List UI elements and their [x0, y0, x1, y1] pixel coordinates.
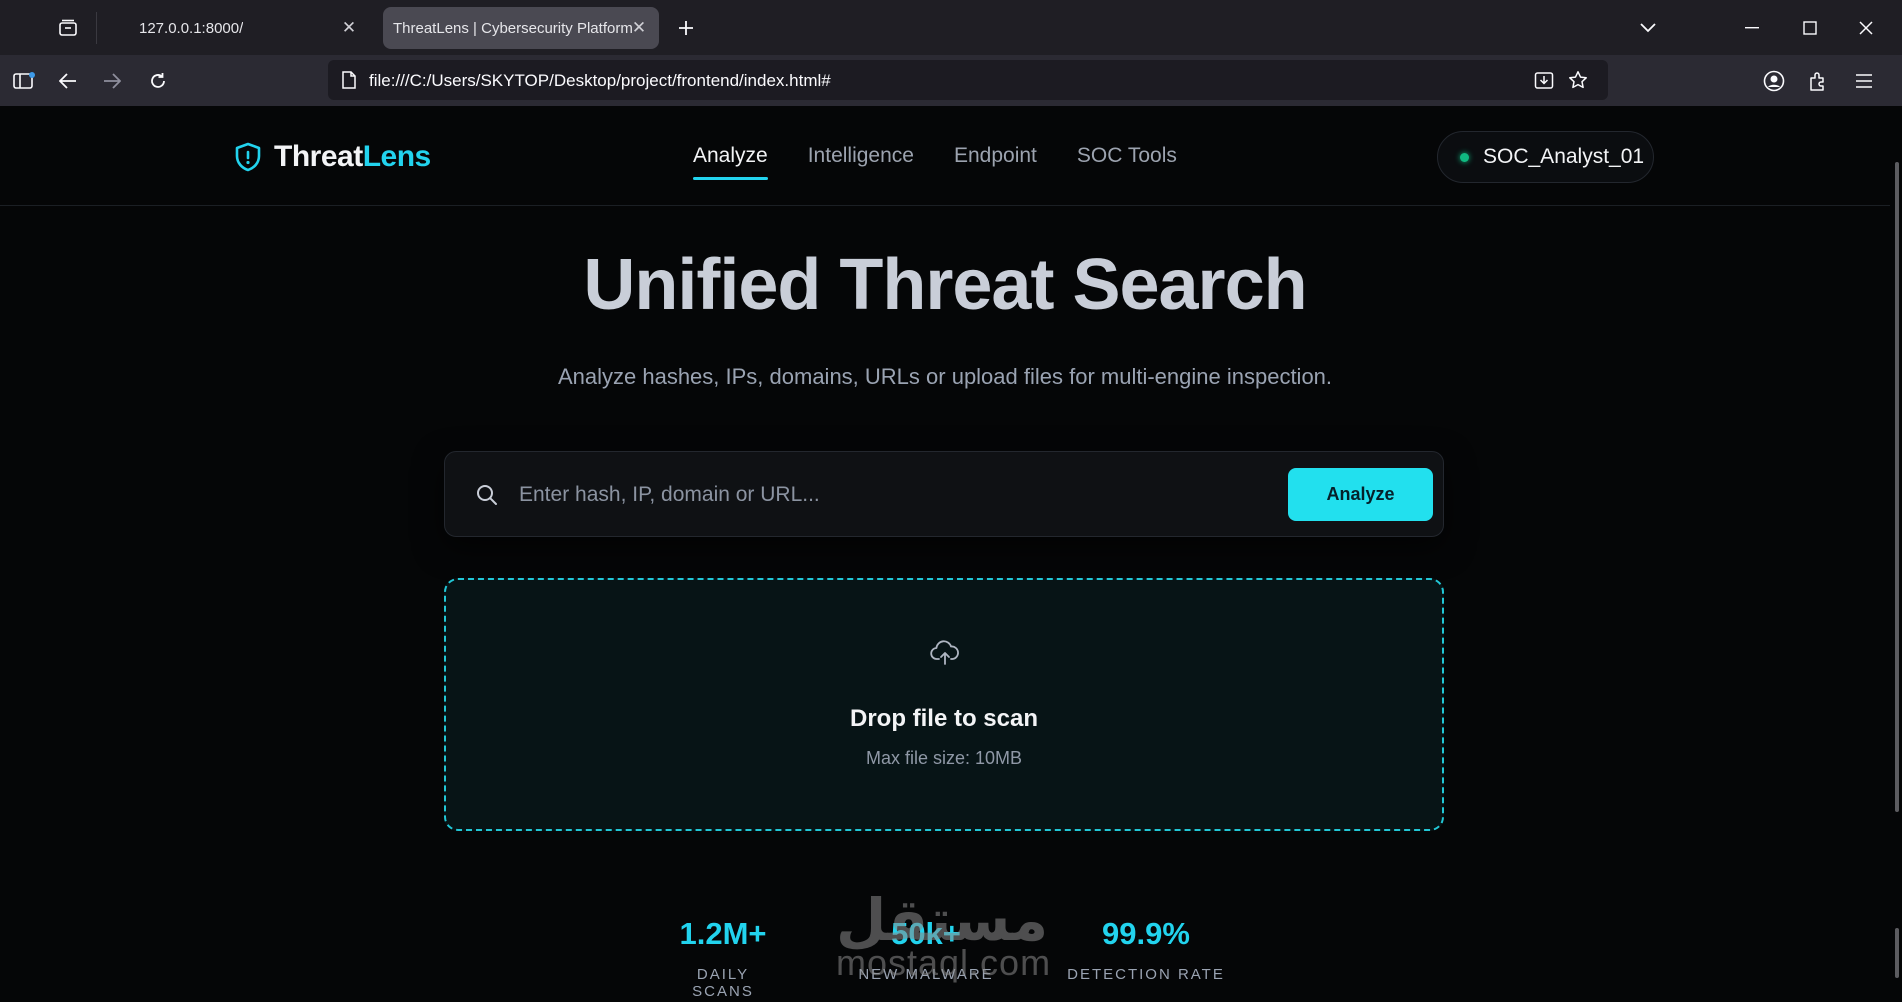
app-menu-button[interactable] [1846, 63, 1882, 99]
nav-endpoint[interactable]: Endpoint [954, 144, 1037, 180]
nav-intelligence[interactable]: Intelligence [808, 144, 914, 180]
page-scrollbar[interactable] [1890, 106, 1902, 1002]
nav-analyze[interactable]: Analyze [693, 144, 768, 180]
sidebar-icon [13, 72, 35, 89]
plus-icon [679, 21, 693, 35]
brand-name-accent: Lens [362, 140, 432, 173]
maximize-button[interactable] [1792, 10, 1828, 46]
dropzone-title: Drop file to scan [849, 705, 1039, 732]
url-bar[interactable]: file:///C:/Users/SKYTOP/Desktop/project/… [328, 60, 1608, 100]
window-close-icon [1859, 21, 1873, 35]
stat-detection-rate: 99.9% DETECTION RATE [1066, 916, 1226, 983]
stat-value: 99.9% [1102, 916, 1190, 951]
scrollbar-end[interactable] [1895, 928, 1899, 978]
chevron-down-icon [1640, 23, 1656, 33]
brand-name-primary: Threat [274, 140, 363, 173]
window-close-button[interactable] [1848, 10, 1884, 46]
file-dropzone[interactable]: Drop file to scan Max file size: 10MB [444, 578, 1444, 831]
menu-icon [1856, 74, 1872, 88]
back-button[interactable] [50, 63, 86, 99]
new-tab-button[interactable] [670, 12, 702, 44]
browser-tab-threatlens[interactable]: ThreatLens | Cybersecurity Platform ✕ [383, 7, 659, 49]
tab-list-button[interactable] [46, 12, 90, 44]
stat-value: 50k+ [891, 916, 961, 951]
tab-title: 127.0.0.1:8000/ [139, 19, 244, 37]
stat-label: DAILY SCANS [692, 966, 754, 1000]
browser-tab-localhost[interactable]: 127.0.0.1:8000/ ✕ [127, 7, 369, 49]
page-icon [338, 69, 360, 91]
analyze-button[interactable]: Analyze [1288, 468, 1433, 521]
user-name: SOC_Analyst_01 [1483, 145, 1645, 168]
nav-soc-tools[interactable]: SOC Tools [1077, 144, 1177, 180]
user-profile-chip[interactable]: SOC_Analyst_01 [1437, 131, 1654, 183]
reload-icon [151, 73, 165, 88]
search-bar: Analyze [444, 451, 1444, 537]
stat-label: NEW MALWARE [858, 966, 994, 983]
extensions-button[interactable] [1800, 63, 1836, 99]
dropzone-subtitle: Max file size: 10MB [865, 748, 1023, 768]
search-icon [477, 485, 497, 505]
minimize-button[interactable] [1734, 10, 1770, 46]
online-status-dot [1460, 152, 1469, 162]
brand-name: ThreatLens [274, 140, 431, 174]
cloud-upload-icon [930, 640, 959, 665]
scrollbar-thumb[interactable] [1895, 162, 1899, 812]
browser-toolbar: file:///C:/Users/SKYTOP/Desktop/project/… [0, 55, 1902, 106]
extensions-icon [1810, 72, 1824, 91]
page-title: Unified Threat Search [583, 245, 1307, 325]
main-nav: Analyze Intelligence Endpoint SOC Tools [693, 144, 1177, 180]
stat-value: 1.2M+ [679, 916, 767, 951]
brand-logo[interactable]: ThreatLens [234, 140, 431, 174]
shield-icon [235, 142, 261, 172]
search-input[interactable] [519, 470, 1239, 520]
save-to-pocket-icon[interactable] [1530, 66, 1558, 94]
tab-overflow-button[interactable] [1630, 10, 1666, 46]
forward-arrow-icon [104, 73, 121, 89]
browser-tab-strip: 127.0.0.1:8000/ ✕ ThreatLens | Cybersecu… [0, 0, 1902, 55]
sidebar-button[interactable] [6, 63, 42, 99]
maximize-icon [1803, 21, 1817, 35]
back-arrow-icon [59, 73, 76, 89]
url-text[interactable]: file:///C:/Users/SKYTOP/Desktop/project/… [369, 71, 831, 91]
close-icon[interactable]: ✕ [339, 18, 359, 38]
reload-button[interactable] [140, 63, 176, 99]
stat-new-malware: 50k+ NEW MALWARE [855, 916, 997, 983]
site-header: ThreatLens Analyze Intelligence Endpoint… [0, 106, 1890, 206]
page-viewport: ThreatLens Analyze Intelligence Endpoint… [0, 106, 1902, 1002]
star-icon[interactable] [1564, 66, 1592, 94]
stat-label: DETECTION RATE [1067, 966, 1225, 983]
account-button[interactable] [1756, 63, 1792, 99]
tab-list-icon [59, 19, 77, 36]
close-icon[interactable]: ✕ [629, 18, 649, 38]
tab-title: ThreatLens | Cybersecurity Platform [393, 19, 633, 37]
page-subtitle: Analyze hashes, IPs, domains, URLs or up… [557, 364, 1333, 389]
tab-divider [96, 12, 97, 44]
forward-button[interactable] [94, 63, 130, 99]
account-icon [1763, 70, 1785, 92]
minimize-icon [1745, 27, 1759, 29]
stat-daily-scans: 1.2M+ DAILY SCANS [664, 916, 782, 1000]
